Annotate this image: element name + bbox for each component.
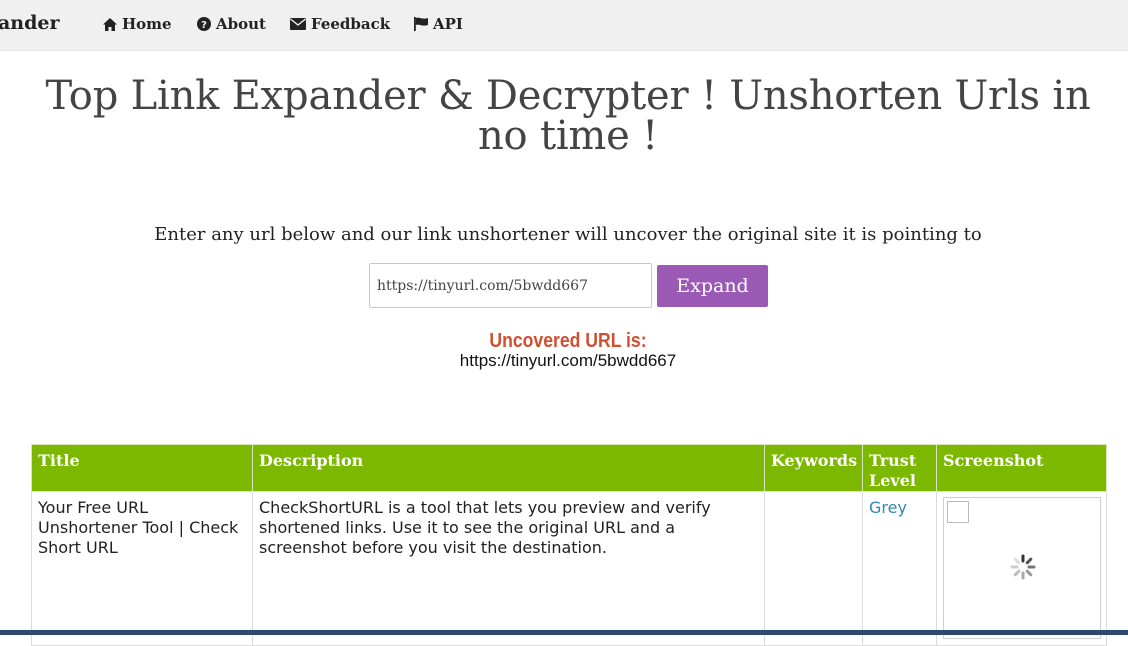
header-description: Description — [252, 444, 765, 492]
table-row: Your Free URL Unshortener Tool | Check S… — [31, 491, 1107, 646]
navbar: ander Home ? About Feedback API — [0, 0, 1128, 51]
header-title: Title — [31, 444, 253, 492]
intro-text: Enter any url below and our link unshort… — [154, 224, 982, 245]
question-circle-icon: ? — [197, 17, 211, 31]
results-table: Title Description Keywords Trust Level S… — [31, 444, 1107, 646]
header-keywords: Keywords — [764, 444, 863, 492]
home-icon — [103, 17, 117, 31]
nav-feedback-label: Feedback — [311, 15, 391, 33]
nav-feedback[interactable]: Feedback — [290, 14, 390, 34]
envelope-icon — [290, 18, 306, 30]
header-screenshot: Screenshot — [936, 444, 1107, 492]
broken-image-icon — [947, 501, 969, 523]
nav-about[interactable]: ? About — [197, 14, 266, 34]
trust-level-link[interactable]: Grey — [869, 498, 907, 517]
cell-screenshot — [936, 491, 1107, 646]
footer-bar — [0, 630, 1128, 635]
loading-spinner-icon — [1010, 554, 1036, 580]
nav-about-label: About — [216, 15, 266, 33]
nav-api-label: API — [433, 15, 463, 33]
cell-description: CheckShortURL is a tool that lets you pr… — [252, 491, 765, 646]
table-header-row: Title Description Keywords Trust Level S… — [31, 444, 1107, 492]
expand-button[interactable]: Expand — [657, 265, 768, 307]
nav-home-label: Home — [122, 15, 172, 33]
header-trust-level: Trust Level — [862, 444, 937, 492]
svg-text:?: ? — [201, 20, 207, 31]
url-input[interactable] — [369, 263, 652, 308]
cell-trust-level: Grey — [862, 491, 937, 646]
nav-home[interactable]: Home — [103, 14, 172, 34]
brand-logo[interactable]: ander — [0, 12, 60, 34]
screenshot-preview[interactable] — [943, 497, 1101, 639]
uncovered-url-label: Uncovered URL is: — [489, 330, 647, 352]
page-title: Top Link Expander & Decrypter ! Unshorte… — [45, 73, 1091, 159]
flag-icon — [414, 17, 428, 31]
cell-title: Your Free URL Unshortener Tool | Check S… — [31, 491, 253, 646]
cell-keywords — [764, 491, 863, 646]
uncovered-url-value: https://tinyurl.com/5bwdd667 — [459, 351, 677, 370]
nav-api[interactable]: API — [414, 14, 463, 34]
